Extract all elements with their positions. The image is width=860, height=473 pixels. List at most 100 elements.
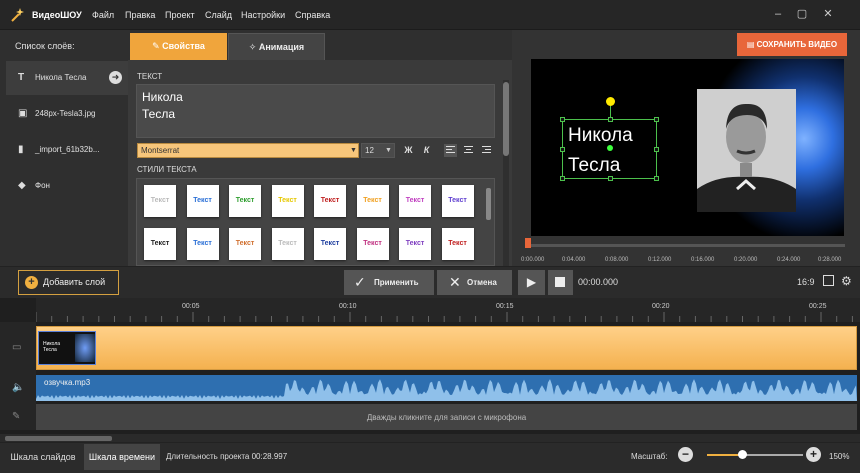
portrait-image: [697, 89, 796, 212]
text-style-preset[interactable]: Текст: [229, 228, 261, 260]
cancel-label: Отмена: [467, 278, 497, 287]
tab-animation[interactable]: ✧ Анимация: [228, 33, 325, 60]
apply-button[interactable]: ✓ Применить: [344, 270, 434, 295]
resize-handle[interactable]: [560, 117, 565, 122]
text-style-preset[interactable]: Текст: [441, 185, 474, 217]
layer-item-video[interactable]: ▮ _import_61b32b...: [6, 133, 128, 167]
close-icon[interactable]: ✕: [820, 6, 836, 22]
center-point[interactable]: [607, 145, 613, 151]
preview-tick: 0:08.000: [605, 257, 629, 263]
resize-handle[interactable]: [654, 176, 659, 181]
film-icon: ▤: [746, 40, 757, 49]
fullscreen-icon[interactable]: [823, 275, 834, 286]
edit-icon: ✎: [152, 41, 163, 51]
menu-project[interactable]: Проект: [165, 10, 195, 20]
aspect-ratio[interactable]: 16:9: [797, 277, 815, 287]
menu-settings[interactable]: Настройки: [241, 10, 285, 20]
properties-panel: ✎ Свойства ✧ Анимация ТЕКСТ Никола Тесла…: [128, 30, 512, 266]
align-right-icon[interactable]: [480, 144, 493, 157]
resize-handle[interactable]: [654, 147, 659, 152]
text-style-preset[interactable]: Текст: [144, 185, 176, 217]
text-style-preset[interactable]: Текст: [356, 185, 389, 217]
play-button[interactable]: ▶: [518, 270, 545, 295]
save-label: СОХРАНИТЬ ВИДЕО: [756, 40, 838, 49]
microphone-icon[interactable]: ✎: [12, 411, 24, 422]
timeline-scrollbar[interactable]: [0, 434, 860, 442]
tesla-photo[interactable]: [697, 89, 796, 212]
layer-item-text[interactable]: T Никола Тесла ➜: [6, 61, 128, 95]
preview-tick: 0:04.000: [562, 257, 586, 263]
text-style-preset[interactable]: Текст: [144, 228, 176, 260]
bold-button[interactable]: Ж: [402, 144, 415, 157]
align-left-icon[interactable]: [444, 144, 457, 157]
resize-handle[interactable]: [560, 176, 565, 181]
video-track-icon: ▭: [12, 342, 22, 353]
audio-track[interactable]: [36, 375, 857, 401]
timeline-ruler[interactable]: [36, 298, 860, 322]
text-style-preset[interactable]: Текст: [186, 228, 219, 260]
text-style-preset[interactable]: Текст: [229, 185, 261, 217]
app-window: ВидеоШОУ Файл Правка Проект Слайд Настро…: [0, 0, 860, 473]
text-style-preset[interactable]: Текст: [314, 228, 346, 260]
resize-handle[interactable]: [654, 117, 659, 122]
text-style-preset[interactable]: Текст: [399, 185, 431, 217]
text-style-preset[interactable]: Текст: [271, 228, 304, 260]
timeline-mark: 00:05: [182, 303, 200, 310]
preview-stage[interactable]: Никола Тесла: [531, 59, 844, 236]
minimize-icon[interactable]: –: [770, 6, 786, 22]
timeline-mark: 00:10: [339, 303, 357, 310]
menu-help[interactable]: Справка: [295, 10, 330, 20]
audio-file-label: озвучка.mp3: [44, 378, 91, 387]
preview-seek-track[interactable]: [525, 244, 845, 247]
resize-handle[interactable]: [608, 176, 613, 181]
chevron-down-icon[interactable]: ▼: [348, 143, 359, 158]
timeline-view-button[interactable]: Шкала времени: [84, 444, 160, 470]
slides-view-button[interactable]: Шкала слайдов: [4, 444, 82, 470]
text-style-preset[interactable]: Текст: [356, 228, 389, 260]
layer-item-background[interactable]: ◆ Фон: [6, 169, 128, 203]
props-scroll-thumb[interactable]: [503, 82, 509, 156]
save-video-button[interactable]: ▤ СОХРАНИТЬ ВИДЕО: [737, 33, 847, 56]
text-input[interactable]: Никола Тесла: [136, 84, 495, 138]
preview-tick: 0:12.000: [648, 257, 672, 263]
text-style-preset[interactable]: Текст: [314, 185, 346, 217]
chevron-down-icon[interactable]: ▼: [385, 143, 394, 158]
tab-properties[interactable]: ✎ Свойства: [130, 33, 227, 60]
preview-playhead[interactable]: [525, 238, 531, 248]
slide-thumbnail[interactable]: Никола Тесла: [38, 331, 96, 365]
maximize-icon[interactable]: ▢: [794, 6, 810, 22]
arrow-right-icon[interactable]: ➜: [109, 71, 122, 84]
menu-file[interactable]: Файл: [92, 10, 114, 20]
menu-slide[interactable]: Слайд: [205, 10, 232, 20]
speaker-icon[interactable]: 🔈: [12, 382, 24, 393]
gear-icon[interactable]: ⚙: [841, 274, 852, 288]
rotate-handle[interactable]: [606, 97, 615, 106]
timecode: 00:00.000: [578, 277, 619, 287]
plus-icon: +: [25, 276, 38, 289]
text-style-preset[interactable]: Текст: [441, 228, 474, 260]
cancel-button[interactable]: ✕ Отмена: [437, 270, 512, 295]
microphone-track[interactable]: Дважды кликните для записи с микрофона: [36, 404, 857, 430]
thumbnail-image: [75, 334, 95, 362]
image-icon: ▣: [18, 108, 28, 119]
text-style-preset[interactable]: Текст: [271, 185, 304, 217]
italic-button[interactable]: К: [420, 144, 433, 157]
menu-edit[interactable]: Правка: [125, 10, 155, 20]
align-center-icon[interactable]: [462, 144, 475, 157]
preview-tick: 0:24.000: [777, 257, 801, 263]
tab-label: Свойства: [162, 41, 205, 51]
resize-handle[interactable]: [560, 147, 565, 152]
text-style-preset[interactable]: Текст: [186, 185, 219, 217]
layer-item-image[interactable]: ▣ 248px-Tesla3.jpg: [6, 97, 128, 131]
text-style-preset[interactable]: Текст: [399, 228, 431, 260]
resize-handle[interactable]: [608, 117, 613, 122]
play-icon: ▶: [526, 275, 537, 289]
styles-scroll-thumb[interactable]: [486, 188, 491, 220]
zoom-in-button[interactable]: +: [806, 447, 821, 462]
tab-label: Анимация: [258, 42, 305, 52]
font-select[interactable]: Montserrat: [137, 143, 359, 158]
slide-track[interactable]: [36, 326, 857, 370]
zoom-out-button[interactable]: −: [678, 447, 693, 462]
timeline-scroll-thumb[interactable]: [5, 436, 112, 441]
zoom-slider-handle[interactable]: [738, 450, 747, 459]
